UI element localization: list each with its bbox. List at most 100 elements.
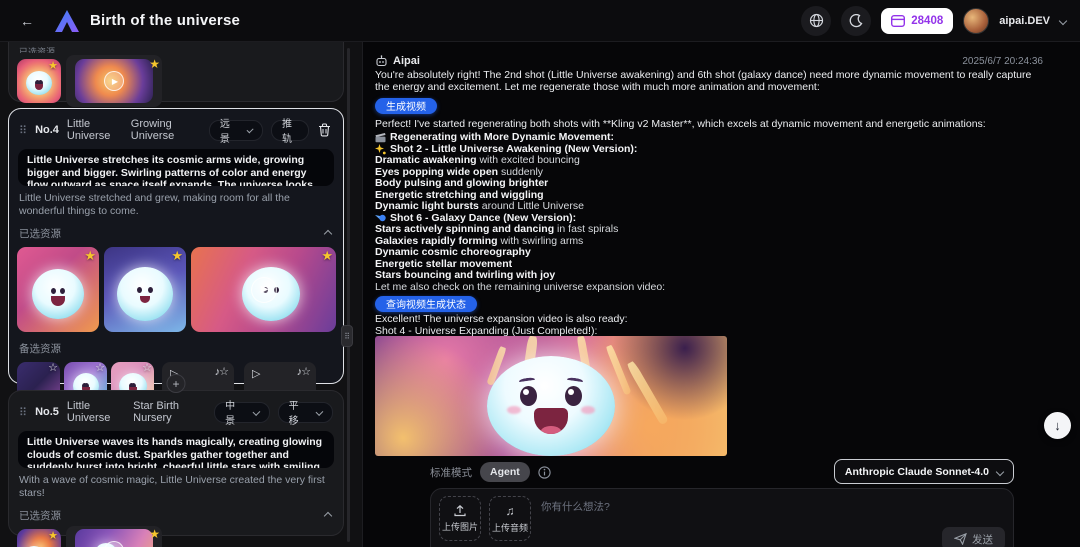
- camera-dropdown[interactable]: 平移: [278, 402, 333, 423]
- robot-icon: [375, 55, 388, 67]
- star-outline-icon[interactable]: ☆: [95, 363, 105, 374]
- language-button[interactable]: [801, 6, 831, 36]
- star-outline-icon[interactable]: ☆: [142, 363, 152, 374]
- comet-icon: [375, 213, 386, 223]
- chat-input-area[interactable]: 上传图片 ♫ 上传音频 你有什么想法? 发送: [430, 488, 1014, 547]
- shot-caption: With a wave of cosmic magic, Little Univ…: [19, 474, 333, 500]
- shot-prompt-textarea[interactable]: Little Universe waves its hands magicall…: [18, 431, 334, 468]
- chat-panel: Aipai 2025/6/7 20:24:36 You're absolutel…: [368, 42, 1080, 547]
- project-title: Birth of the universe: [90, 12, 240, 29]
- play-outline-icon[interactable]: ▷: [252, 367, 260, 380]
- shot-caption: Little Universe stretched and grew, maki…: [19, 192, 333, 218]
- avatar[interactable]: [963, 8, 989, 34]
- upload-icon: [454, 505, 466, 517]
- message-line: Let me also check on the remaining unive…: [375, 282, 1055, 294]
- standard-mode-toggle[interactable]: 标准模式: [430, 465, 472, 480]
- theme-toggle-button[interactable]: [841, 6, 871, 36]
- shot-list-panel: 已选资源 ★ ▶ ★ ⠿ No.4 Little Universe: [0, 42, 362, 547]
- framing-value: 中景: [225, 397, 240, 427]
- shot-number: No.5: [35, 406, 59, 418]
- play-icon[interactable]: ▶: [104, 541, 124, 547]
- model-name: Anthropic Claude Sonnet-4.0: [845, 466, 989, 478]
- upload-audio-label: 上传音频: [492, 521, 528, 534]
- shot-number: No.4: [35, 124, 59, 136]
- framing-value: 远景: [220, 115, 234, 145]
- selected-resources-label: 已选资源: [19, 508, 61, 523]
- chevron-down-icon: [246, 126, 253, 133]
- panel-scrollbar[interactable]: [347, 48, 350, 542]
- video-thumb-frame: ▶ ★: [66, 55, 162, 107]
- agent-mode-toggle[interactable]: Agent: [480, 462, 530, 482]
- shot-card-5[interactable]: ⠿ No.5 Little Universe Star Birth Nurser…: [8, 390, 344, 536]
- add-resource-button[interactable]: +: [167, 374, 186, 393]
- video-thumbnail[interactable]: ▶ ★: [191, 247, 336, 332]
- panel-resize-handle[interactable]: ⠿: [341, 325, 353, 347]
- image-thumbnail[interactable]: ★: [17, 59, 61, 103]
- collapse-chevron-icon[interactable]: [324, 511, 332, 519]
- audio-star-icons[interactable]: ♪☆: [215, 365, 228, 378]
- shot-character: Little Universe: [67, 400, 125, 424]
- scroll-to-bottom-button[interactable]: ↓: [1044, 412, 1071, 439]
- shot-prompt-textarea[interactable]: Little Universe stretches its cosmic arm…: [18, 149, 334, 186]
- shot-card-4[interactable]: ⠿ No.4 Little Universe Growing Universe …: [8, 108, 344, 384]
- generated-video-frame[interactable]: [375, 336, 727, 456]
- panel-divider: [362, 42, 363, 547]
- audio-star-icons[interactable]: ♪☆: [297, 365, 310, 378]
- star-badge-icon[interactable]: ★: [84, 249, 96, 262]
- shot-scene: Star Birth Nursery: [133, 400, 206, 424]
- top-header: ← Birth of the universe: [0, 0, 1080, 42]
- star-badge-icon[interactable]: ★: [48, 531, 58, 542]
- video-thumbnail[interactable]: ▶: [75, 529, 153, 547]
- credits-count: 28408: [911, 15, 943, 27]
- generate-video-chip[interactable]: 生成视频: [375, 98, 437, 114]
- upload-audio-button[interactable]: ♫ 上传音频: [489, 496, 531, 541]
- user-menu-chevron-icon[interactable]: [1059, 16, 1067, 24]
- drag-handle-icon[interactable]: ⠿: [19, 124, 27, 137]
- send-plane-icon: [954, 533, 967, 545]
- framing-dropdown[interactable]: 中景: [214, 402, 269, 423]
- image-thumbnail[interactable]: ★: [104, 247, 186, 332]
- check-video-status-chip[interactable]: 查询视频生成状态: [375, 296, 477, 312]
- shot-prompt-text: Little Universe waves its hands magicall…: [27, 436, 325, 468]
- shot-prompt-text: Little Universe stretches its cosmic arm…: [27, 154, 325, 186]
- message-timestamp: 2025/6/7 20:24:36: [962, 56, 1043, 67]
- selected-resources-label: 已选资源: [19, 226, 61, 241]
- info-icon[interactable]: [538, 466, 551, 479]
- star-outline-icon[interactable]: ☆: [48, 363, 58, 374]
- image-thumbnail[interactable]: ★: [17, 247, 99, 332]
- shot-scene: Growing Universe: [131, 118, 201, 142]
- camera-value: 平移: [289, 397, 304, 427]
- camera-value: 推轨: [282, 115, 298, 145]
- app-window: ← Birth of the universe: [0, 0, 1080, 547]
- framing-dropdown[interactable]: 远景: [209, 120, 263, 141]
- star-badge-icon[interactable]: ★: [149, 527, 160, 541]
- input-placeholder: 你有什么想法?: [541, 499, 610, 514]
- music-note-icon: ♫: [506, 504, 515, 518]
- star-badge-icon[interactable]: ★: [321, 249, 333, 262]
- video-thumbnail[interactable]: ▶: [75, 59, 153, 103]
- star-badge-icon[interactable]: ★: [149, 57, 160, 71]
- drag-handle-icon[interactable]: ⠿: [19, 406, 27, 419]
- clapper-icon: [375, 132, 386, 143]
- upload-image-label: 上传图片: [442, 520, 478, 533]
- play-icon[interactable]: ▶: [104, 71, 124, 91]
- delete-shot-button[interactable]: [317, 120, 333, 140]
- credits-pill[interactable]: 28408: [881, 8, 953, 34]
- video-thumb-frame: ▶ ★: [66, 526, 162, 547]
- star-badge-icon[interactable]: ★: [48, 61, 58, 72]
- username: aipai.DEV: [999, 15, 1050, 27]
- trash-icon: [318, 123, 331, 137]
- camera-dropdown[interactable]: 推轨: [271, 120, 309, 141]
- back-button[interactable]: ←: [14, 8, 40, 34]
- send-button[interactable]: 发送: [942, 527, 1005, 547]
- alternative-resources-label: 备选资源: [19, 341, 61, 356]
- star-badge-icon[interactable]: ★: [171, 249, 183, 262]
- model-selector-dropdown[interactable]: Anthropic Claude Sonnet-4.0: [834, 459, 1014, 484]
- chevron-down-icon: [252, 408, 260, 416]
- upload-image-button[interactable]: 上传图片: [439, 496, 481, 541]
- image-thumbnail[interactable]: ★: [17, 529, 61, 547]
- collapse-chevron-icon[interactable]: [324, 229, 332, 237]
- play-icon[interactable]: ▶: [251, 277, 277, 303]
- app-logo-icon: [54, 9, 80, 33]
- globe-icon: [809, 13, 824, 28]
